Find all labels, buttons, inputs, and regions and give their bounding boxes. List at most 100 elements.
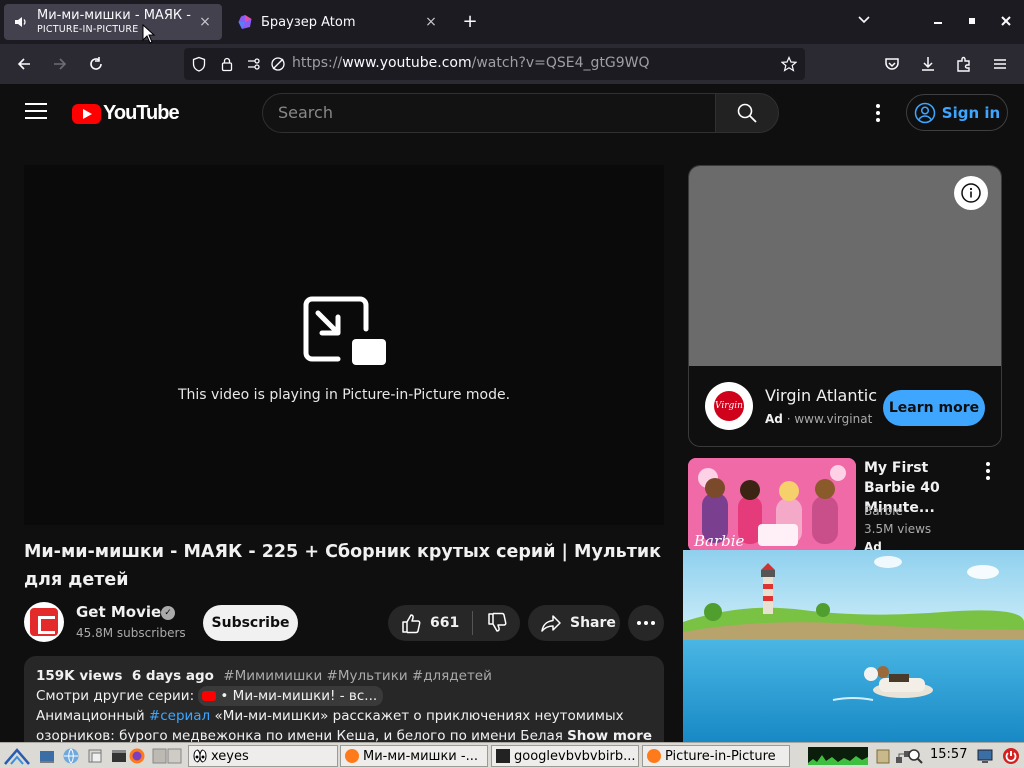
tab-close-button[interactable]: ×: [196, 14, 214, 30]
workspace-switcher-icon[interactable]: [152, 747, 182, 765]
reload-button[interactable]: [84, 52, 108, 76]
minimize-icon: [934, 22, 942, 24]
pocket-button[interactable]: [880, 52, 904, 76]
info-icon: [961, 183, 981, 203]
shield-icon[interactable]: [191, 56, 207, 72]
taskbar-task-terminal[interactable]: googlevbvbvbirb...: [491, 745, 639, 767]
guide-menu-icon[interactable]: [25, 103, 47, 121]
dislike-button[interactable]: [473, 605, 520, 641]
taskbar-task-firefox-youtube[interactable]: Ми-ми-мишки -...: [340, 745, 488, 767]
sign-in-button[interactable]: Sign in: [906, 94, 1008, 131]
forward-button[interactable]: [48, 52, 72, 76]
recommended-channel[interactable]: Barbie: [864, 504, 903, 518]
lock-screen-icon[interactable]: [976, 747, 994, 765]
taskbar-task-xeyes[interactable]: xeyes: [188, 745, 338, 767]
channel-name[interactable]: Get Movies: [76, 603, 170, 621]
hashtags[interactable]: #Мимимишки #Мультики #длядетей: [223, 668, 492, 684]
new-tab-button[interactable]: +: [458, 10, 482, 34]
bookmark-star-icon[interactable]: [781, 56, 797, 72]
advertiser-logo[interactable]: Virgin: [705, 382, 753, 430]
subscribe-button[interactable]: Subscribe: [203, 605, 298, 641]
share-button[interactable]: Share: [528, 605, 620, 641]
start-menu-icon[interactable]: [3, 747, 31, 765]
channel-avatar[interactable]: [24, 602, 64, 642]
recommended-thumbnail[interactable]: Barbie: [688, 458, 856, 552]
back-button[interactable]: [12, 52, 36, 76]
youtube-logo[interactable]: YouTube: [72, 102, 180, 125]
like-button[interactable]: 661: [388, 605, 472, 641]
address-bar[interactable]: https://www.youtube.com/watch?v=QSE4_gtG…: [184, 48, 805, 80]
thumbs-down-icon: [487, 612, 506, 632]
like-count: 661: [430, 615, 460, 631]
search-icon: [737, 103, 757, 123]
app-menu-button[interactable]: [988, 52, 1012, 76]
search-tray-icon[interactable]: [906, 747, 924, 765]
playlist-chip-label: • Ми-ми-мишки! - вс...: [220, 688, 378, 704]
speaker-icon[interactable]: [13, 14, 29, 30]
more-actions-button[interactable]: [628, 605, 664, 641]
search-box[interactable]: [262, 93, 716, 133]
autoplay-blocked-icon[interactable]: [270, 56, 286, 72]
share-label: Share: [570, 615, 616, 631]
lock-icon[interactable]: [219, 56, 235, 72]
recommended-menu-icon[interactable]: [984, 462, 992, 480]
downloads-button[interactable]: [916, 52, 940, 76]
taskbar-task-label: Ми-ми-мишки -...: [363, 748, 478, 764]
view-count: 159K views: [36, 668, 123, 684]
video-description[interactable]: 159K views 6 days ago #Мимимишки #Мульти…: [24, 656, 664, 744]
tab-atom-browser[interactable]: Браузер Atom ×: [228, 4, 448, 40]
tab-title: Браузер Atom: [261, 14, 356, 30]
tab-subtitle: PICTURE-IN-PICTURE: [37, 24, 139, 35]
clipboard-icon[interactable]: [874, 747, 892, 765]
close-window-button[interactable]: [994, 10, 1018, 34]
taskbar-task-label: googlevbvbvbirb...: [514, 748, 636, 764]
hashtag-link[interactable]: #сериал: [149, 708, 210, 724]
permissions-icon[interactable]: [246, 56, 266, 72]
reload-icon: [90, 57, 102, 70]
youtube-logo-text: YouTube: [103, 102, 180, 124]
description-meta: 159K views 6 days ago #Мимимишки #Мульти…: [36, 666, 652, 686]
picture-in-picture-window[interactable]: [683, 550, 1024, 742]
chevron-down-icon: [858, 16, 870, 24]
pocket-icon: [885, 58, 899, 70]
account-icon: [914, 102, 936, 123]
settings-menu-icon[interactable]: [866, 101, 890, 125]
virgin-logo-icon: Virgin: [714, 391, 744, 421]
firefox-launcher-icon[interactable]: [128, 747, 146, 765]
minimize-button[interactable]: [926, 10, 950, 34]
maximize-button[interactable]: [960, 10, 984, 34]
ad-badge: Ad: [765, 412, 783, 426]
tab-list-button[interactable]: [852, 8, 876, 32]
playlist-chip[interactable]: • Ми-ми-мишки! - вс...: [198, 686, 384, 706]
ad-title[interactable]: Virgin Atlantic: [765, 386, 877, 405]
power-icon[interactable]: [1002, 747, 1020, 765]
barbie-thumbnail-image: Barbie: [688, 458, 856, 552]
ad-info-button[interactable]: [954, 176, 988, 210]
video-player[interactable]: This video is playing in Picture-in-Pict…: [24, 165, 664, 525]
sidebar-ad-card[interactable]: Virgin Virgin Atlantic Ad · www.virginat…: [688, 165, 1002, 447]
taskbar: xeyes Ми-ми-мишки -... googlevbvbvbirb..…: [0, 742, 1024, 768]
url-prefix: https://: [292, 55, 343, 71]
thumbs-up-icon: [402, 614, 421, 634]
taskbar-task-pip[interactable]: Picture-in-Picture: [642, 745, 790, 767]
tab-close-button[interactable]: ×: [422, 14, 440, 30]
clock[interactable]: 15:57: [930, 747, 967, 762]
extensions-button[interactable]: [952, 52, 976, 76]
youtube-play-icon: [72, 103, 101, 124]
search-button[interactable]: [715, 93, 779, 133]
file-manager-icon[interactable]: [86, 747, 104, 765]
tab-mimimishki[interactable]: Ми-ми-мишки - МАЯК - PICTURE-IN-PICTURE …: [4, 4, 222, 40]
browser-launcher-icon[interactable]: [62, 747, 80, 765]
description-line: Смотри другие серии: • Ми-ми-мишки! - вс…: [36, 686, 652, 706]
show-desktop-icon[interactable]: [38, 747, 56, 765]
terminal-launcher-icon[interactable]: [110, 747, 128, 765]
browser-nav-bar: https://www.youtube.com/watch?v=QSE4_gtG…: [0, 44, 1024, 84]
maximize-icon: [969, 18, 975, 24]
close-icon: [1001, 16, 1011, 26]
cpu-monitor-icon[interactable]: [808, 747, 868, 765]
url-text[interactable]: https://www.youtube.com/watch?v=QSE4_gtG…: [292, 55, 650, 71]
learn-more-button[interactable]: Learn more: [883, 390, 985, 426]
subscriber-count: 45.8M subscribers: [76, 626, 186, 640]
search-input[interactable]: [278, 103, 698, 122]
pip-video-frame: [683, 550, 1024, 742]
